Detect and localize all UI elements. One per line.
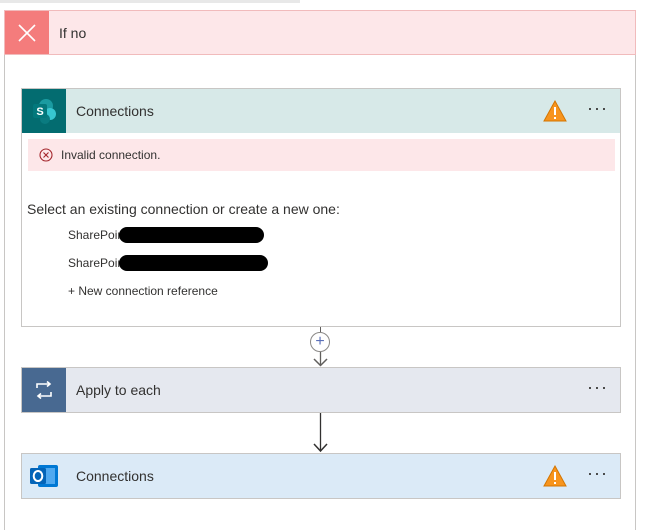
redacted-account: [119, 255, 268, 271]
outlook-card-header[interactable]: Connections ···: [22, 454, 620, 498]
insert-step-button[interactable]: +: [310, 332, 330, 352]
arrow-down-icon: [313, 413, 328, 453]
close-x-icon: [5, 11, 49, 54]
arrow-down-icon: [313, 352, 328, 367]
loop-icon: [22, 368, 66, 412]
top-scroll-strip: [0, 0, 300, 3]
apply-to-each-header[interactable]: Apply to each ···: [22, 368, 620, 412]
more-options-button[interactable]: ···: [587, 378, 608, 396]
more-options-button[interactable]: ···: [587, 99, 608, 117]
sharepoint-connections-card: S Connections ··· Invalid connection. Se…: [21, 88, 621, 327]
if-no-title: If no: [59, 25, 87, 41]
error-circle-icon: [39, 148, 53, 162]
new-connection-reference-link[interactable]: + New connection reference: [68, 284, 218, 298]
more-options-button[interactable]: ···: [587, 464, 608, 482]
error-banner: Invalid connection.: [28, 139, 615, 171]
outlook-connections-card: Connections ···: [21, 453, 621, 499]
svg-text:S: S: [36, 106, 43, 118]
error-text: Invalid connection.: [61, 148, 161, 162]
apply-to-each-card: Apply to each ···: [21, 367, 621, 413]
apply-to-each-title: Apply to each: [76, 382, 161, 398]
if-no-branch-header[interactable]: If no: [4, 10, 636, 55]
plus-icon: +: [315, 333, 325, 350]
outlook-icon: [22, 454, 66, 498]
sharepoint-card-header[interactable]: S Connections ···: [22, 89, 620, 133]
select-connection-label: Select an existing connection or create …: [27, 201, 340, 217]
redacted-account: [119, 227, 264, 243]
warning-icon[interactable]: [543, 100, 567, 122]
outlook-card-title: Connections: [76, 468, 154, 484]
sharepoint-card-title: Connections: [76, 103, 154, 119]
sharepoint-icon: S: [22, 89, 66, 133]
warning-icon[interactable]: [543, 465, 567, 487]
